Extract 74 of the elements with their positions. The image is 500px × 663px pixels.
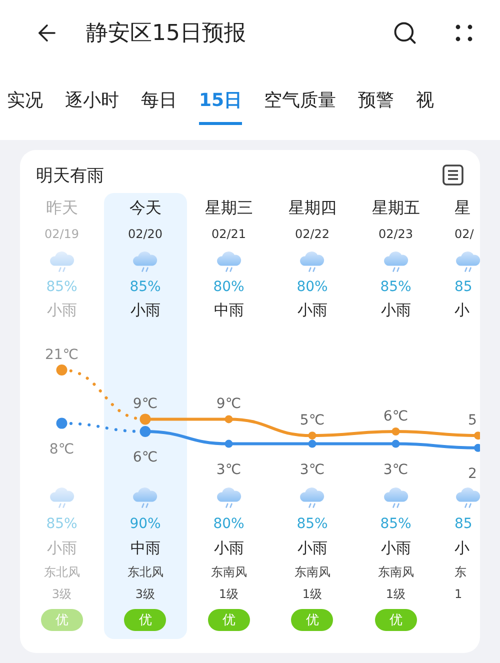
rain-chance: 85% [380, 515, 412, 534]
weather-label: 小雨 [46, 538, 77, 558]
weather-label: 小雨 [380, 300, 411, 320]
day-date: 02/19 [44, 226, 80, 243]
rain-chance: 85% [296, 515, 328, 534]
tab[interactable]: 预警 [358, 88, 394, 125]
card-title: 明天有雨 [36, 164, 104, 186]
day-date: 02/21 [211, 226, 246, 243]
wind-direction: 东北风 [127, 564, 164, 580]
rain-chance: 85% [380, 278, 412, 297]
day-name: 星期五 [372, 196, 420, 218]
wind-level: 3级 [135, 586, 156, 602]
temperature-label: 5℃ [300, 412, 325, 429]
rain-chance: 80% [296, 278, 328, 297]
temperature-label: 9℃ [132, 396, 158, 412]
wind-direction: 东南风 [378, 564, 414, 580]
weather-label: 中雨 [130, 538, 160, 558]
weather-label: 小雨 [214, 538, 244, 558]
wind-level: 1级 [218, 586, 239, 602]
tab[interactable]: 每日 [141, 88, 177, 125]
wind-level: 1级 [386, 586, 406, 602]
day-name: 星期三 [204, 196, 253, 218]
temperature-label: 3℃ [383, 462, 408, 478]
weather-label: 小雨 [130, 300, 160, 320]
day-name: 今天 [129, 196, 162, 218]
tab[interactable]: 实况 [7, 88, 43, 125]
temperature-label: 21℃ [44, 347, 79, 363]
wind-level: 1 [454, 586, 462, 603]
rain-chance: 80% [213, 515, 244, 534]
wind-direction: 东南风 [294, 564, 330, 580]
weather-label: 小雨 [297, 300, 328, 320]
wind-level: 1级 [302, 586, 322, 602]
weather-label: 小 [454, 300, 470, 320]
temperature-label: 9℃ [216, 396, 242, 412]
day-name: 昨天 [46, 196, 78, 218]
day-date: 02/ [454, 226, 474, 243]
page-title: 静安区15日预报 [86, 20, 247, 48]
rain-chance: 90% [130, 515, 161, 534]
air-quality-badge: 优 [208, 609, 250, 631]
day-date: 02/22 [294, 226, 330, 243]
wind-direction: 东南风 [210, 564, 247, 580]
air-quality-badge: 优 [40, 609, 83, 631]
rain-chance: 85 [454, 278, 472, 297]
air-quality-badge: 优 [374, 609, 417, 631]
weather-label: 小雨 [380, 538, 411, 558]
rain-chance: 80% [213, 278, 244, 297]
tab[interactable]: 空气质量 [264, 88, 336, 125]
air-quality-badge: 优 [124, 609, 166, 631]
tab[interactable]: 视 [416, 88, 434, 125]
wind-direction: 东 [454, 564, 466, 580]
day-name: 星期四 [288, 196, 336, 218]
air-quality-badge: 优 [291, 609, 334, 631]
rain-chance: 85 [454, 515, 472, 534]
temperature-label: 8℃ [49, 441, 74, 458]
temperature-label: 3℃ [216, 462, 242, 478]
temperature-label: 6℃ [383, 408, 408, 424]
rain-chance: 85% [46, 278, 78, 297]
rain-chance: 85% [130, 278, 161, 297]
wind-direction: 东北风 [44, 564, 80, 580]
temperature-label: 2 [468, 466, 477, 481]
weather-label: 中雨 [214, 300, 244, 320]
tab[interactable]: 逐小时 [65, 88, 119, 125]
temperature-label: 5 [468, 412, 477, 429]
day-name: 星 [454, 196, 470, 218]
rain-chance: 85% [46, 515, 78, 534]
tab[interactable]: 15日 [199, 88, 242, 125]
weather-label: 小雨 [297, 538, 328, 558]
wind-level: 3级 [52, 586, 72, 602]
day-date: 02/23 [378, 226, 414, 243]
weather-label: 小 [454, 538, 470, 558]
temperature-label: 6℃ [132, 450, 158, 466]
weather-label: 小雨 [46, 300, 77, 320]
day-date: 02/20 [128, 226, 163, 243]
temperature-label: 3℃ [300, 462, 325, 478]
